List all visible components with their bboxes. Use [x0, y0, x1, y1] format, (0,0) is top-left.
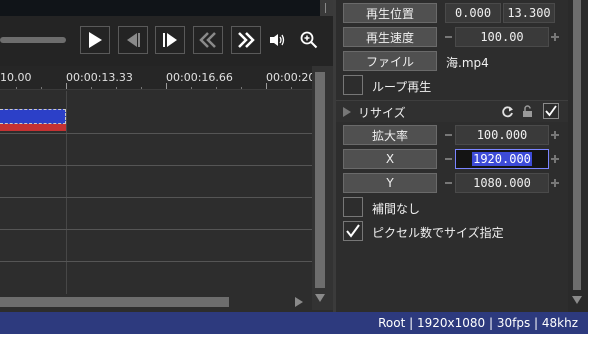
app-window: 10.00 00:00:13.33 00:00:16.66 00:00:20 再… [0, 0, 588, 334]
ruler-minor-tick [216, 87, 217, 89]
ruler-minor-tick [16, 87, 17, 89]
resize-section-title: リサイズ [358, 106, 406, 120]
scroll-right-arrow-icon[interactable] [295, 297, 303, 307]
resize-section-header[interactable]: リサイズ [336, 100, 568, 122]
ruler-minor-tick [241, 87, 242, 89]
track-divider [0, 197, 312, 198]
minus-icon[interactable] [445, 36, 452, 38]
track-divider [0, 165, 312, 166]
rewind-icon [199, 32, 216, 48]
minus-icon[interactable] [445, 134, 452, 136]
playback-speed-label: 再生速度 [343, 27, 437, 47]
minus-icon[interactable] [445, 158, 452, 160]
properties-scrollbar[interactable] [568, 0, 588, 312]
collapse-triangle-icon[interactable] [343, 107, 351, 117]
checkmark-icon [545, 105, 557, 117]
loop-checkbox[interactable] [343, 75, 363, 95]
speed-field[interactable]: 100.00 [455, 27, 549, 47]
no-interpolation-checkbox[interactable] [343, 197, 363, 217]
video-clip[interactable] [0, 109, 66, 124]
reset-icon[interactable] [501, 105, 514, 118]
track-area[interactable] [0, 91, 312, 296]
timeline: 10.00 00:00:13.33 00:00:16.66 00:00:20 [0, 66, 333, 334]
volume-button[interactable] [265, 26, 291, 54]
timeline-horizontal-scrollbar[interactable] [0, 294, 312, 310]
y-field[interactable]: 1080.000 [455, 173, 549, 193]
ruler-minor-tick [141, 87, 142, 89]
scroll-down-arrow-icon[interactable] [572, 296, 582, 304]
scale-stepper[interactable]: 100.000 [445, 125, 560, 145]
step-back-icon [127, 33, 140, 47]
time-ruler[interactable]: 10.00 00:00:13.33 00:00:16.66 00:00:20 [0, 66, 312, 90]
fast-forward-button[interactable] [231, 26, 261, 54]
position-start-field[interactable]: 0.000 [445, 3, 501, 23]
audio-clip[interactable] [0, 124, 66, 131]
speed-stepper[interactable]: 100.00 [445, 27, 560, 47]
status-text: Root | 1920x1080 | 30fps | 48khz [378, 316, 578, 330]
ruler-minor-tick [191, 87, 192, 89]
grid-line [66, 91, 67, 296]
track-divider [0, 229, 312, 230]
file-name: 海.mp4 [446, 56, 489, 70]
track-divider [0, 133, 312, 134]
unlock-icon[interactable] [522, 105, 533, 118]
ruler-tick [166, 83, 167, 89]
preview-canvas [0, 0, 320, 16]
file-label: ファイル [343, 51, 437, 71]
scrollbar-thumb[interactable] [573, 0, 581, 290]
y-stepper[interactable]: 1080.000 [445, 173, 560, 193]
minus-icon[interactable] [445, 182, 452, 184]
seek-bar[interactable] [0, 37, 66, 43]
preview-scrollbar[interactable] [320, 0, 333, 16]
properties-panel: 再生位置 0.000 13.300 再生速度 100.00 ファイル 海.mp4… [336, 0, 588, 312]
ruler-label: 00:00:20 [266, 71, 312, 84]
ruler-tick [266, 83, 267, 89]
track-divider [0, 261, 312, 262]
ruler-minor-tick [41, 87, 42, 89]
scrollbar-thumb[interactable] [315, 72, 325, 288]
x-value-selected: 1920.000 [472, 152, 532, 166]
scrollbar-thumb[interactable] [0, 297, 229, 307]
volume-icon [270, 34, 285, 46]
size-by-pixels-checkbox[interactable] [343, 221, 363, 241]
play-icon [89, 32, 102, 48]
scale-field[interactable]: 100.000 [455, 125, 549, 145]
ruler-minor-tick [116, 87, 117, 89]
position-end-field[interactable]: 13.300 [503, 3, 555, 23]
ruler-minor-tick [91, 87, 92, 89]
x-label: X [343, 149, 437, 169]
step-forward-icon [163, 33, 177, 47]
ruler-label: 10.00 [0, 71, 32, 84]
size-by-pixels-label: ピクセル数でサイズ指定 [372, 226, 504, 240]
loop-label: ループ再生 [372, 80, 432, 94]
resize-enable-checkbox[interactable] [543, 103, 559, 119]
x-field[interactable]: 1920.000 [455, 149, 549, 169]
playback-position-label: 再生位置 [343, 3, 437, 23]
ruler-label: 00:00:16.66 [166, 71, 233, 84]
fast-forward-icon [238, 32, 255, 48]
ruler-label: 00:00:13.33 [66, 71, 133, 84]
ruler-tick [66, 83, 67, 89]
zoom-button[interactable] [296, 26, 322, 54]
rewind-button[interactable] [193, 26, 223, 54]
play-button[interactable] [80, 26, 110, 54]
frame-back-button[interactable] [118, 26, 148, 54]
checkmark-icon [346, 224, 360, 238]
zoom-icon [300, 31, 318, 49]
scale-label: 拡大率 [343, 125, 437, 145]
ruler-minor-tick [291, 87, 292, 89]
preview-area [0, 0, 333, 66]
y-label: Y [343, 173, 437, 193]
scroll-down-arrow-icon[interactable] [315, 294, 325, 302]
frame-forward-button[interactable] [155, 26, 185, 54]
status-bar: Root | 1920x1080 | 30fps | 48khz [0, 312, 588, 334]
x-stepper[interactable]: 1920.000 [445, 149, 560, 169]
timeline-vertical-scrollbar[interactable] [312, 66, 333, 310]
no-interpolation-label: 補間なし [372, 202, 421, 216]
